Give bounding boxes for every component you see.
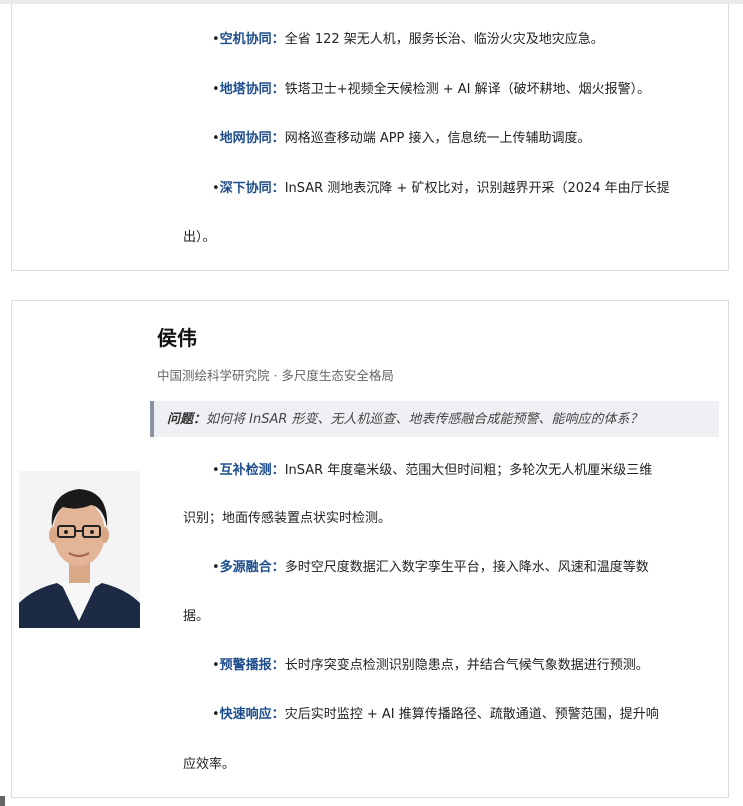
expert-affiliation: 中国测绘科学研究院 · 多尺度生态安全格局 bbox=[157, 368, 394, 383]
bullet-dot: • bbox=[212, 131, 220, 146]
bullet-item: •预警播报：长时序突变点检测识别隐患点，并结合气候气象数据进行预测。 bbox=[212, 657, 649, 675]
bullet-text: 灾后实时监控 + AI 推算传播路径、疏散通道、预警范围，提升响 bbox=[284, 707, 659, 722]
bullet-heading: 空机协同： bbox=[219, 32, 285, 47]
bullet-dot: • bbox=[212, 707, 220, 722]
bullet-item: •地网协同：网格巡查移动端 APP 接入，信息统一上传辅助调度。 bbox=[212, 130, 591, 148]
bullet-heading: 多源融合： bbox=[219, 560, 285, 575]
bullet-text: 长时序突变点检测识别隐患点，并结合气候气象数据进行预测。 bbox=[284, 658, 649, 673]
bullet-text: 多时空尺度数据汇入数字孪生平台，接入降水、风速和温度等数 bbox=[284, 560, 649, 575]
bullet-dot: • bbox=[212, 181, 220, 196]
bullet-item: •深下协同：InSAR 测地表沉降 + 矿权比对，识别越界开采（2024 年由厅… bbox=[212, 180, 670, 198]
bullet-text: 网格巡查移动端 APP 接入，信息统一上传辅助调度。 bbox=[284, 131, 591, 146]
bullet-dot: • bbox=[212, 82, 220, 97]
bullet-text: 全省 122 架无人机，服务长治、临汾火灾及地灾应急。 bbox=[284, 32, 604, 47]
bullet-item: •互补检测：InSAR 年度毫米级、范围大但时间粗；多轮次无人机厘米级三维 bbox=[212, 462, 652, 480]
bullet-text: InSAR 年度毫米级、范围大但时间粗；多轮次无人机厘米级三维 bbox=[284, 463, 653, 478]
bullet-dot: • bbox=[212, 560, 220, 575]
bullet-dot: • bbox=[212, 463, 220, 478]
bullet-heading: 快速响应： bbox=[219, 707, 285, 722]
question-text: 如何将 InSAR 形变、无人机巡查、地表传感融合成能预警、能响应的体系？ bbox=[206, 412, 643, 427]
bullet-item: •地塔协同：铁塔卫士+视频全天候检测 + AI 解译（破坏耕地、烟火报警）。 bbox=[212, 81, 650, 99]
bullet-heading: 地塔协同： bbox=[219, 82, 285, 97]
bullet-dot: • bbox=[212, 658, 220, 673]
bullet-continuation: 应效率。 bbox=[183, 757, 236, 772]
bullet-heading: 地网协同： bbox=[219, 131, 285, 146]
question-box: 问题：如何将 InSAR 形变、无人机巡查、地表传感融合成能预警、能响应的体系？ bbox=[150, 401, 719, 437]
expert-name: 侯伟 bbox=[157, 326, 197, 350]
bullet-heading: 预警播报： bbox=[219, 658, 285, 673]
bullet-dot: • bbox=[212, 32, 220, 47]
expert-portrait bbox=[19, 471, 140, 628]
bullet-continuation: 识别；地面传感装置点状实时检测。 bbox=[183, 511, 392, 526]
bullet-item: •空机协同：全省 122 架无人机，服务长治、临汾火灾及地灾应急。 bbox=[212, 31, 604, 49]
bullet-heading: 互补检测： bbox=[219, 463, 285, 478]
bullet-item: •多源融合：多时空尺度数据汇入数字孪生平台，接入降水、风速和温度等数 bbox=[212, 559, 649, 577]
question-label: 问题： bbox=[167, 412, 207, 427]
bullet-heading: 深下协同： bbox=[219, 181, 285, 196]
scrollbar-edge[interactable] bbox=[0, 796, 5, 806]
bullet-text: InSAR 测地表沉降 + 矿权比对，识别越界开采（2024 年由厅长提 bbox=[284, 181, 670, 196]
bullet-item: •快速响应：灾后实时监控 + AI 推算传播路径、疏散通道、预警范围，提升响 bbox=[212, 706, 659, 724]
bullet-continuation: 出）。 bbox=[183, 230, 216, 245]
bullet-text: 铁塔卫士+视频全天候检测 + AI 解译（破坏耕地、烟火报警）。 bbox=[284, 82, 651, 97]
bullet-continuation: 据。 bbox=[183, 609, 210, 624]
